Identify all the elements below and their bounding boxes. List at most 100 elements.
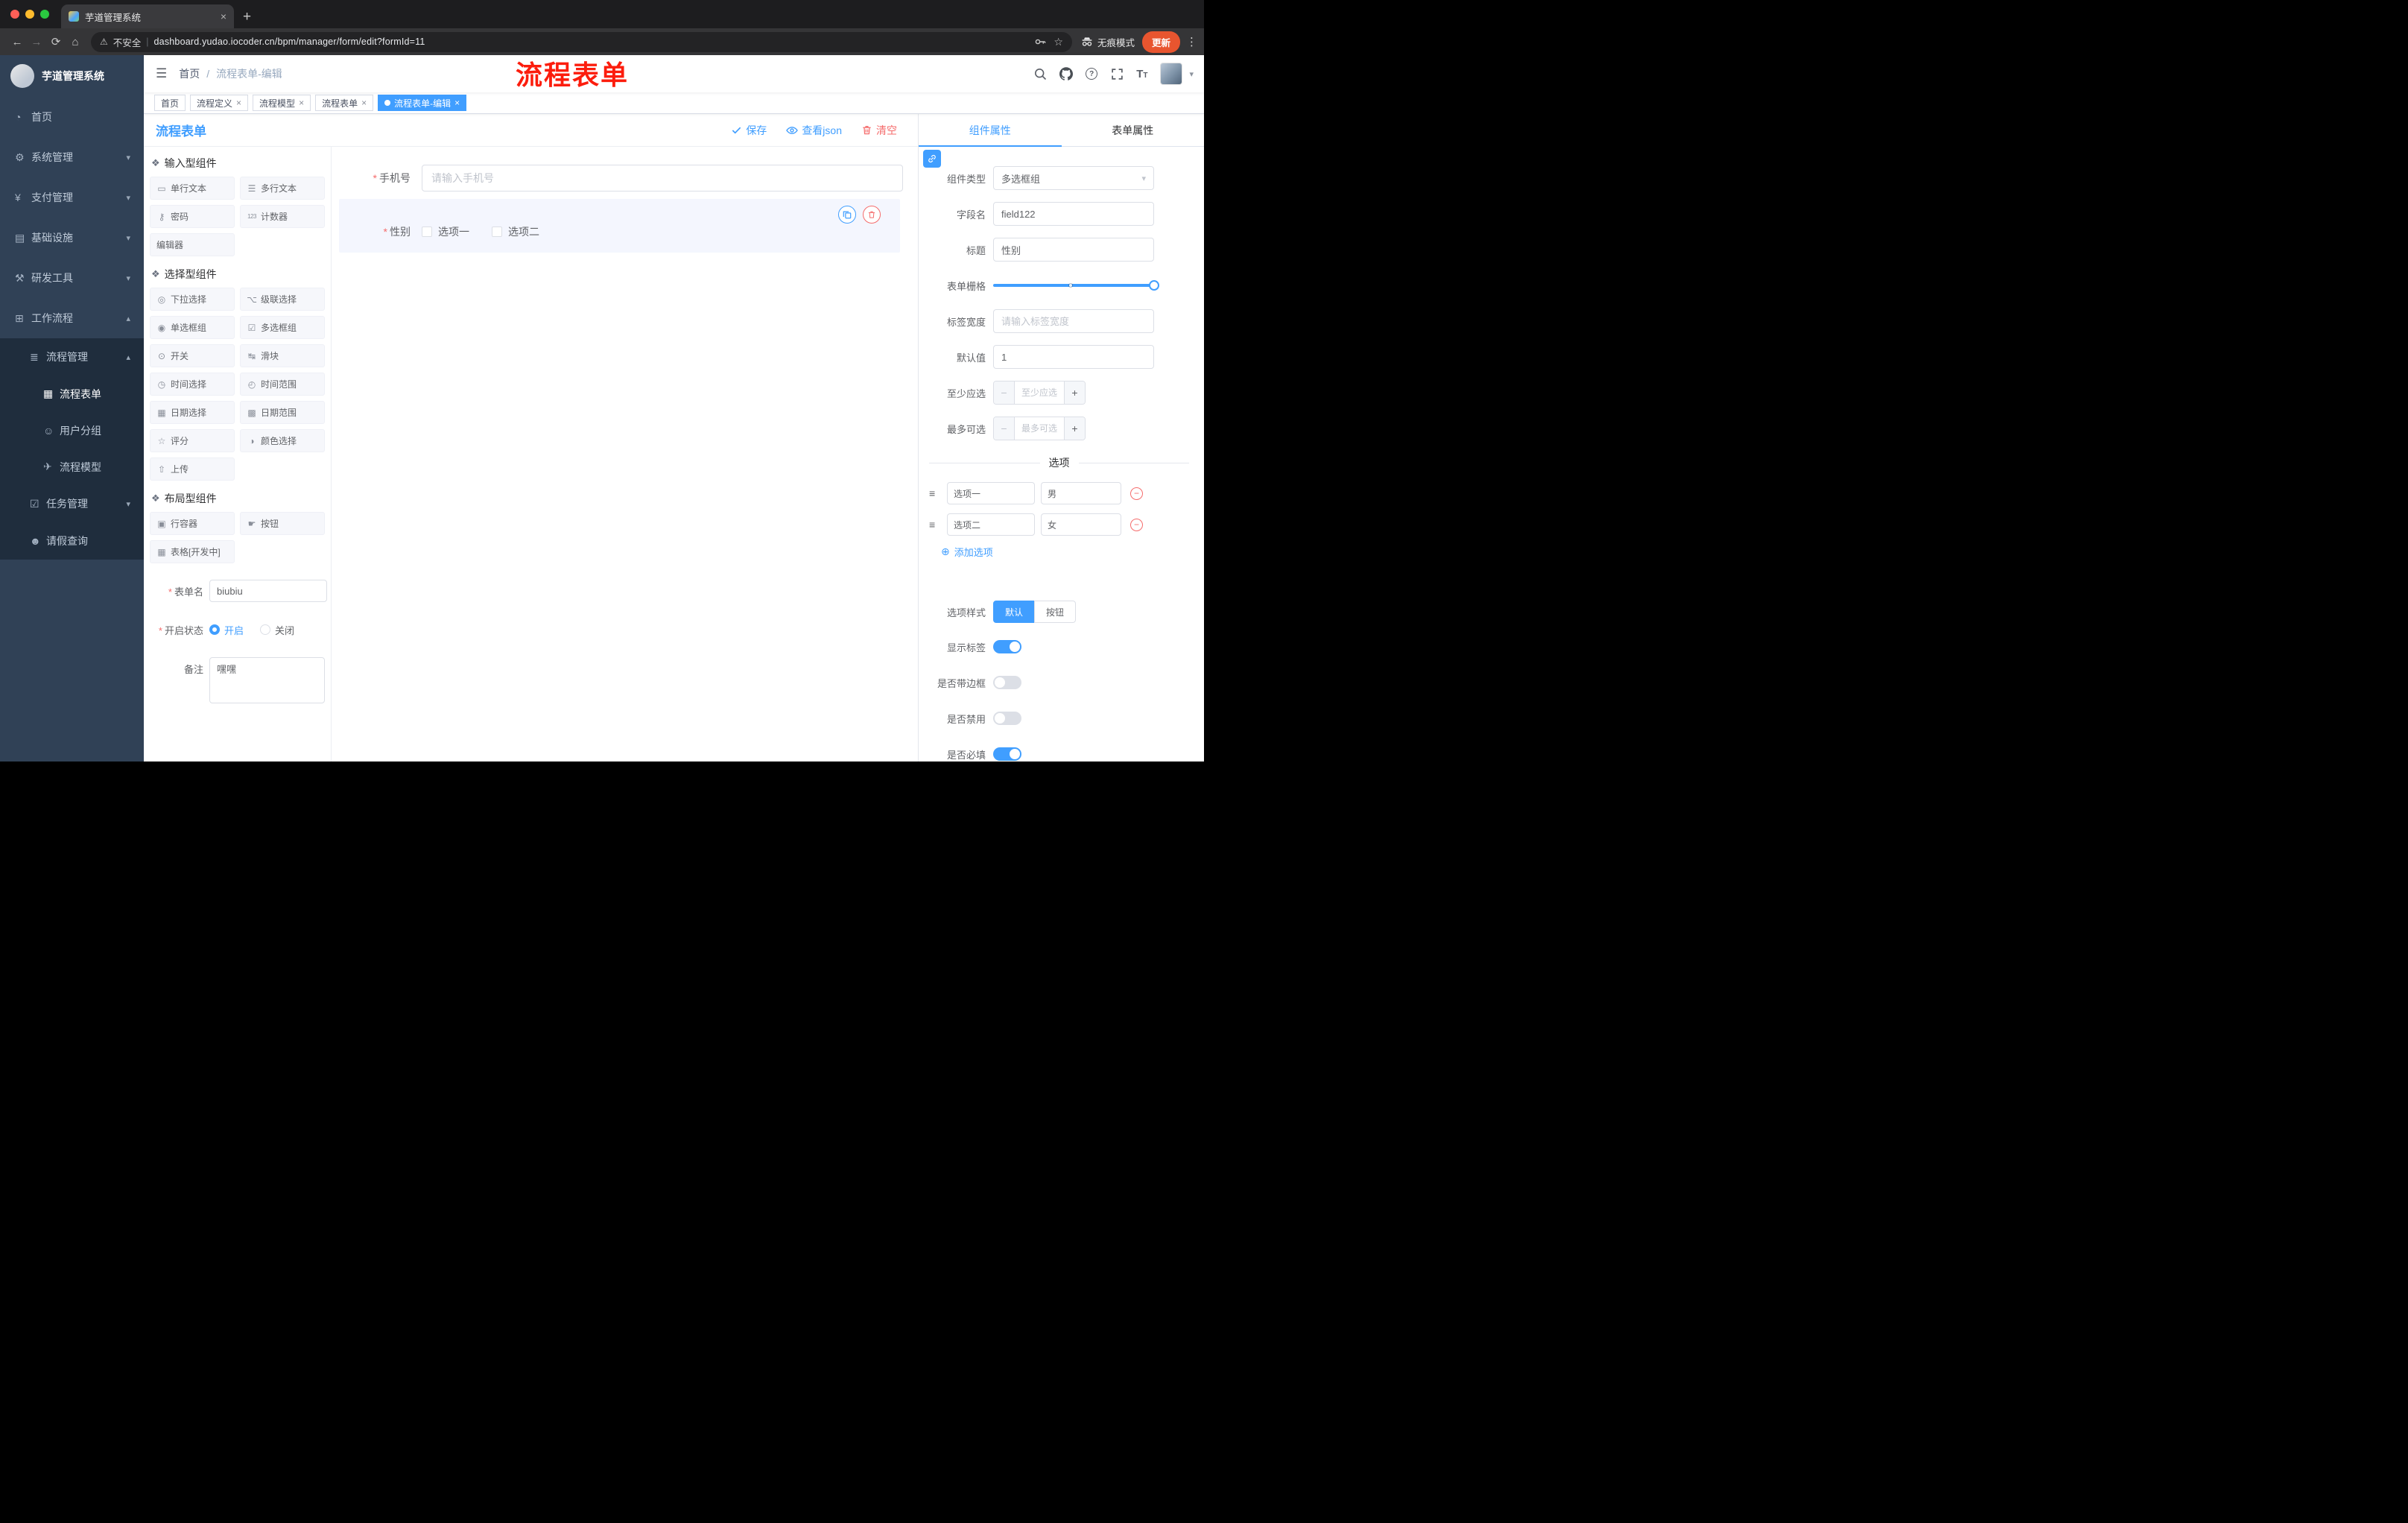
palette-item-upload[interactable]: ⇧ 上传 [150,457,235,481]
phone-field-row[interactable]: 手机号 [339,165,903,191]
sidebar-item-form[interactable]: ▦ 流程表单 [0,376,144,412]
decrease-button[interactable]: − [994,417,1015,440]
increase-button[interactable]: + [1064,417,1085,440]
new-tab-button[interactable]: + [243,9,251,25]
tag-item[interactable]: 流程表单 × [315,95,374,111]
palette-item-button[interactable]: ☛ 按钮 [240,512,325,535]
fullscreen-icon[interactable] [1110,67,1124,80]
palette-item-multi-line-text[interactable]: ☰ 多行文本 [240,177,325,200]
sidebar-item-dashboard[interactable]: ◔ 首页 [0,97,144,137]
palette-item-time-range[interactable]: ◴ 时间范围 [240,373,325,396]
component-type-select[interactable]: 多选框组 ▾ [993,166,1154,190]
user-avatar[interactable] [1160,63,1183,85]
remark-textarea[interactable]: 嘿嘿 [209,657,325,703]
palette-item-counter[interactable]: 123 计数器 [240,205,325,228]
palette-item-date-picker[interactable]: ▦ 日期选择 [150,401,235,424]
form-canvas[interactable]: 手机号 性别 选项一 选项二 [332,147,918,762]
palette-item-color-picker[interactable]: ◑ 颜色选择 [240,429,325,452]
palette-item-cascader[interactable]: ⌥ 级联选择 [240,288,325,311]
clear-button[interactable]: 清空 [861,123,897,138]
palette-item-time-picker[interactable]: ◷ 时间选择 [150,373,235,396]
forward-button[interactable]: → [27,36,46,48]
option-label-input[interactable] [947,482,1035,504]
close-window-button[interactable] [10,10,19,19]
address-bar[interactable]: ⚠ 不安全 | dashboard.yudao.iocoder.cn/bpm/m… [91,31,1072,52]
palette-item-rate[interactable]: ☆ 评分 [150,429,235,452]
toggle-switch[interactable] [993,676,1021,689]
decrease-button[interactable]: − [994,381,1015,404]
palette-item-switch[interactable]: ⊙ 开关 [150,344,235,367]
sidebar-item-gear[interactable]: ⚙ 系统管理 ▾ [0,137,144,177]
style-default-button[interactable]: 默认 [993,601,1036,623]
tag-item[interactable]: 流程定义 × [190,95,249,111]
field-name-input[interactable] [993,202,1154,226]
default-value-input[interactable] [993,345,1154,369]
avatar-caret-icon[interactable]: ▾ [1189,69,1194,79]
sidebar-item-process-model[interactable]: ✈ 流程模型 [0,449,144,485]
sidebar-item-process-management[interactable]: ≣ 流程管理 ▴ [0,338,144,376]
tab-close-icon[interactable]: × [221,10,226,22]
palette-item-editor[interactable]: 编辑器 [150,233,235,256]
font-size-icon[interactable]: TT [1136,68,1147,80]
add-option-button[interactable]: ⊕ 添加选项 [941,545,1189,559]
gender-field-selected-widget[interactable]: 性别 选项一 选项二 [339,199,900,253]
palette-item-select[interactable]: ◎ 下拉选择 [150,288,235,311]
palette-item-date-range[interactable]: ▩ 日期范围 [240,401,325,424]
toggle-switch[interactable] [993,712,1021,725]
tag-close-icon[interactable]: × [361,98,367,108]
tag-item[interactable]: 流程模型 × [253,95,311,111]
password-key-icon[interactable] [1034,36,1046,48]
search-icon[interactable] [1033,67,1047,80]
sidebar-item-leave-query[interactable]: ☻ 请假查询 [0,522,144,560]
app-logo[interactable]: 芋道管理系统 [0,55,144,97]
delete-widget-button[interactable] [863,206,881,224]
palette-item-row-container[interactable]: ▣ 行容器 [150,512,235,535]
status-radio-on[interactable]: 开启 [209,623,244,637]
palette-item-table[interactable]: ▦ 表格[开发中] [150,540,235,563]
remove-option-icon[interactable]: − [1130,518,1143,531]
palette-item-checkbox-group[interactable]: ☑ 多选框组 [240,316,325,339]
github-icon[interactable] [1059,67,1074,80]
palette-item-slider[interactable]: ↹ 滑块 [240,344,325,367]
tab-form-props[interactable]: 表单属性 [1062,114,1205,146]
status-radio-off[interactable]: 关闭 [260,623,294,637]
palette-item-password[interactable]: ⚷ 密码 [150,205,235,228]
palette-item-single-line-text[interactable]: ▭ 单行文本 [150,177,235,200]
home-button[interactable]: ⌂ [66,36,85,48]
option-label-input[interactable] [947,513,1035,536]
form-name-input[interactable] [209,580,327,602]
browser-tab[interactable]: 芋道管理系统 × [61,4,234,28]
checkbox-option[interactable]: 选项二 [492,224,539,239]
hamburger-icon[interactable]: ☰ [144,66,179,81]
slider-handle[interactable] [1149,280,1159,291]
phone-input[interactable] [422,165,903,191]
label-width-input[interactable] [993,309,1154,333]
sidebar-item-workflow[interactable]: ⊞ 工作流程 ▴ [0,298,144,338]
tab-component-props[interactable]: 组件属性 [919,114,1062,147]
tag-item[interactable]: 首页 [154,95,186,111]
tag-close-icon[interactable]: × [454,98,460,108]
help-icon[interactable]: ? [1086,68,1098,80]
increase-button[interactable]: + [1064,381,1085,404]
browser-menu-icon[interactable]: ⋮ [1186,35,1197,48]
remove-option-icon[interactable]: − [1130,487,1143,500]
tag-close-icon[interactable]: × [299,98,304,108]
grid-slider[interactable] [993,273,1159,297]
breadcrumb-home[interactable]: 首页 [179,66,200,81]
sidebar-item-devtools[interactable]: ⚒ 研发工具 ▾ [0,258,144,298]
palette-item-radio-group[interactable]: ◉ 单选框组 [150,316,235,339]
tag-item[interactable]: 流程表单-编辑 × [378,95,467,111]
link-button[interactable] [923,150,941,168]
drag-handle-icon[interactable]: ≡ [929,487,941,499]
tag-close-icon[interactable]: × [236,98,241,108]
copy-widget-button[interactable] [838,206,856,224]
option-value-input[interactable] [1041,482,1121,504]
sidebar-item-payment[interactable]: ¥ 支付管理 ▾ [0,177,144,218]
title-input[interactable] [993,238,1154,262]
update-button[interactable]: 更新 [1141,31,1180,53]
sidebar-item-infrastructure[interactable]: ▤ 基础设施 ▾ [0,218,144,258]
reload-button[interactable]: ⟳ [46,35,66,48]
save-button[interactable]: 保存 [731,123,767,138]
zoom-window-button[interactable] [40,10,49,19]
min-select-input[interactable] [1015,381,1064,404]
